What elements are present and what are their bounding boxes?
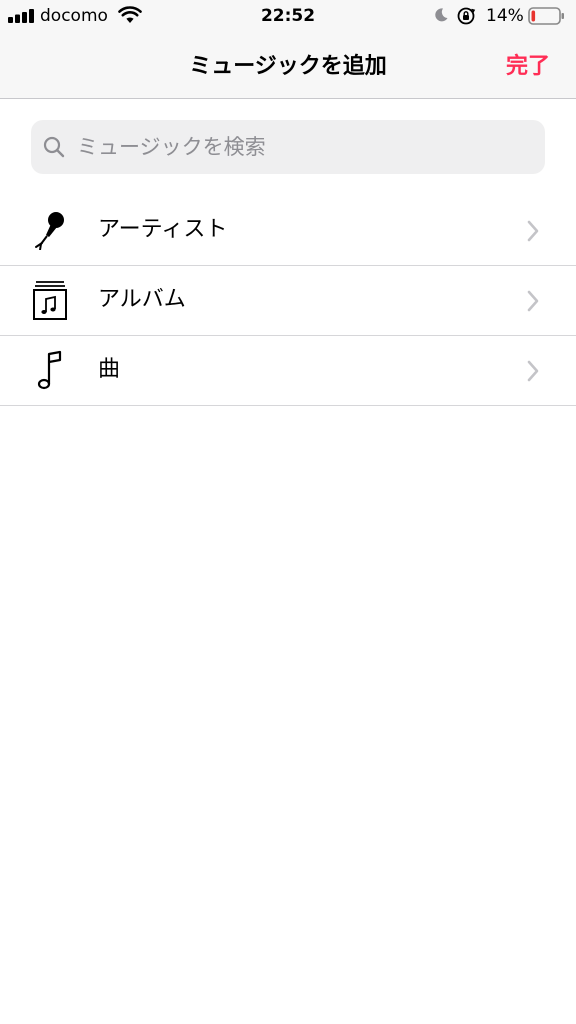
battery-icon [528, 7, 564, 25]
do-not-disturb-icon [435, 8, 448, 22]
microphone-icon [35, 212, 64, 250]
list-item-label: 曲 [98, 357, 121, 382]
music-note-icon [37, 350, 62, 390]
list-item-songs[interactable]: 曲 [0, 336, 576, 406]
navigation-bar: ミュージックを追加 完了 [0, 40, 576, 99]
orientation-lock-icon [457, 7, 476, 25]
status-bar: docomo 22:52 14% [0, 0, 576, 40]
chevron-right-icon [527, 360, 539, 382]
page-title: ミュージックを追加 [189, 54, 387, 79]
chevron-right-icon [527, 220, 539, 242]
list-item-label: アーティスト [98, 217, 228, 242]
list-item-albums[interactable]: アルバム [0, 266, 576, 336]
search-icon [43, 136, 65, 158]
chevron-right-icon [527, 290, 539, 312]
list-item-label: アルバム [98, 287, 186, 312]
battery-percentage: 14% [486, 6, 524, 26]
category-list: アーティスト アルバム 曲 [0, 196, 576, 406]
done-button[interactable]: 完了 [506, 52, 550, 82]
list-item-artists[interactable]: アーティスト [0, 196, 576, 266]
album-icon [33, 281, 67, 320]
search-input[interactable]: ミュージックを検索 [31, 120, 545, 174]
search-placeholder: ミュージックを検索 [77, 135, 266, 159]
